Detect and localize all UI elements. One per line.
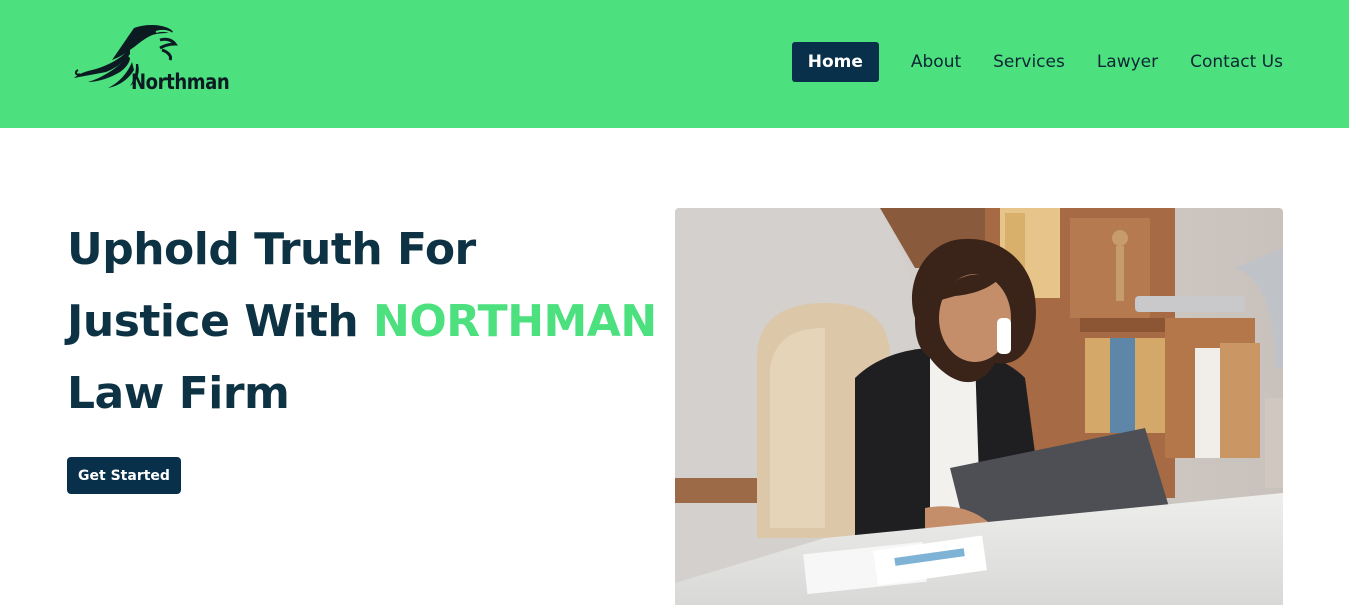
hero-title-line3: Law Firm xyxy=(67,368,290,419)
brand-logo[interactable]: Northman xyxy=(72,22,230,98)
hero-image xyxy=(675,208,1283,605)
hero-title-accent: NORTHMAN xyxy=(373,296,657,347)
hero-title: Uphold Truth For Justice With NORTHMAN L… xyxy=(67,214,667,430)
office-photo-illustration xyxy=(675,208,1283,605)
hero-title-line1: Uphold Truth For xyxy=(67,224,476,275)
hero-title-line2-prefix: Justice With xyxy=(67,296,374,347)
nav-lawyer[interactable]: Lawyer xyxy=(1097,42,1158,82)
nav-about[interactable]: About xyxy=(911,42,961,82)
brand-name: Northman xyxy=(131,70,230,94)
nav-services[interactable]: Services xyxy=(993,42,1065,82)
main-nav: Home About Services Lawyer Contact Us xyxy=(791,42,1283,82)
site-header: Northman Home About Services Lawyer Cont… xyxy=(0,0,1349,128)
get-started-button[interactable]: Get Started xyxy=(67,457,181,494)
nav-contact-us[interactable]: Contact Us xyxy=(1190,42,1283,82)
nav-home[interactable]: Home xyxy=(791,42,879,82)
